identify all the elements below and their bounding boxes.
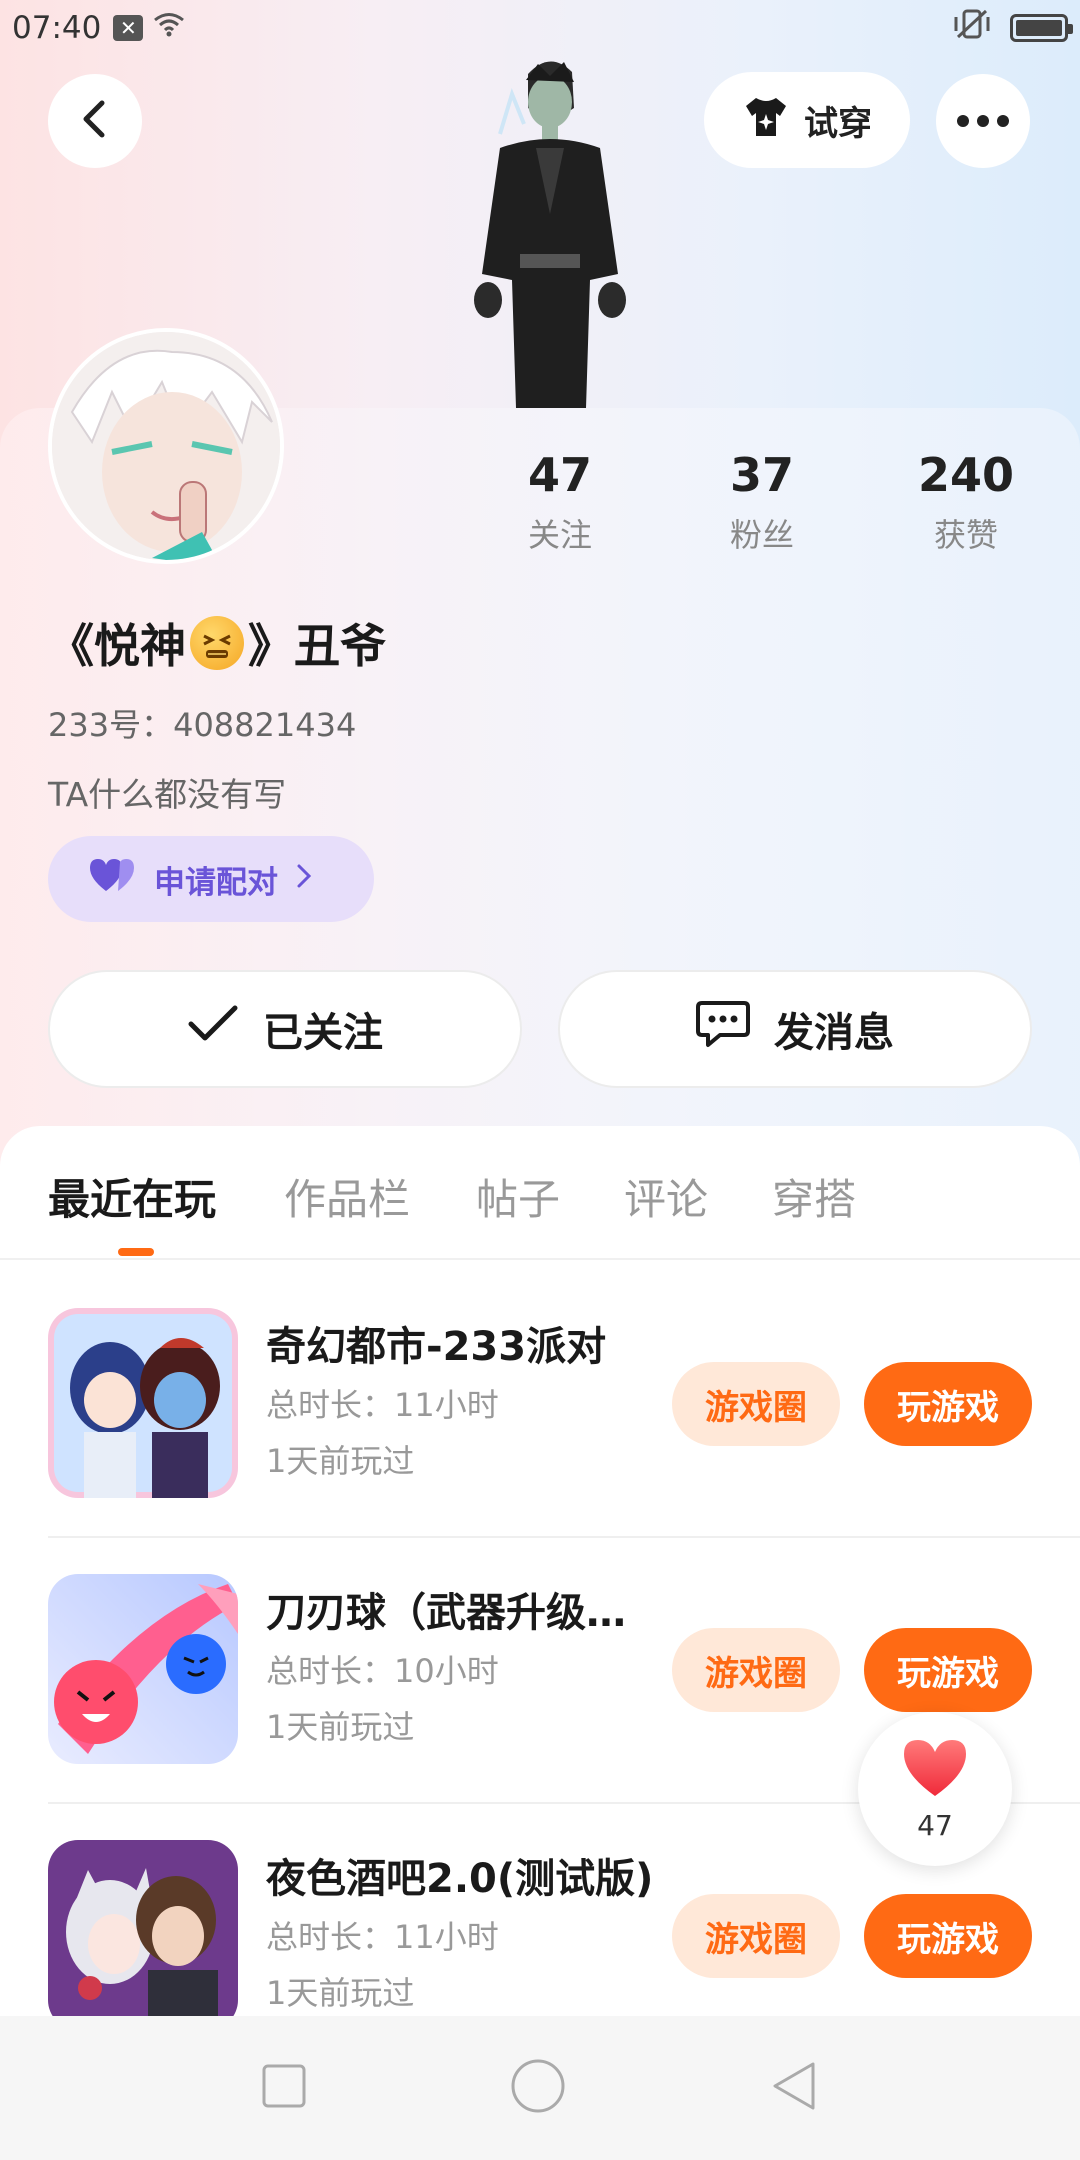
heart-icon [900, 1736, 970, 1805]
game-duration: 总时长：11小时 [266, 1386, 499, 1424]
like-float-button[interactable]: 47 [858, 1712, 1012, 1866]
status-bar: 07:40 ✕ [0, 0, 1080, 56]
game-last-played: 1天前玩过 [266, 1708, 415, 1746]
grimace-emoji-icon [190, 616, 244, 670]
try-on-button[interactable]: 试穿 [704, 72, 910, 168]
notification-icon: ✕ [113, 15, 144, 41]
vibrate-mute-icon [952, 7, 992, 49]
game-icon [48, 1574, 238, 1764]
avatar-3d-figure [440, 54, 660, 408]
battery-icon [1010, 14, 1073, 42]
more-button[interactable] [936, 74, 1030, 168]
play-game-button[interactable]: 玩游戏 [864, 1362, 1032, 1446]
game-last-played: 1天前玩过 [266, 1974, 415, 2012]
stat-following[interactable]: 47 关注 [480, 448, 640, 556]
apply-pair-button[interactable]: 申请配对 [48, 836, 374, 922]
avatar[interactable] [48, 328, 284, 564]
recent-apps-icon[interactable] [261, 2063, 307, 2113]
tab-posts[interactable]: 帖子 [476, 1166, 560, 1227]
followed-label: 已关注 [263, 1010, 383, 1056]
apply-pair-label: 申请配对 [154, 864, 278, 901]
like-count: 47 [917, 1809, 953, 1842]
list-item[interactable]: 奇幻都市-233派对 总时长：11小时 1天前玩过 游戏圈 玩游戏 [0, 1272, 1080, 1538]
back-nav-icon[interactable] [769, 2060, 819, 2116]
game-icon [48, 1308, 238, 1498]
game-circle-button[interactable]: 游戏圈 [672, 1628, 840, 1712]
send-message-label: 发消息 [774, 1010, 894, 1056]
back-button[interactable] [48, 74, 142, 168]
game-duration: 总时长：11小时 [266, 1918, 499, 1956]
tab-active-indicator [118, 1248, 154, 1256]
tab-comments[interactable]: 评论 [624, 1166, 708, 1227]
tab-recently-played[interactable]: 最近在玩 [48, 1166, 216, 1227]
stat-label: 获赞 [933, 516, 998, 554]
followed-button[interactable]: 已关注 [48, 970, 522, 1088]
stat-followers[interactable]: 37 粉丝 [682, 448, 842, 556]
chevron-right-icon [296, 861, 312, 897]
home-icon[interactable] [510, 2058, 566, 2118]
tshirt-sparkle-icon [742, 94, 790, 147]
status-time: 07:40 [12, 10, 102, 46]
send-message-button[interactable]: 发消息 [558, 970, 1032, 1088]
stat-likes[interactable]: 240 获赞 [886, 448, 1046, 556]
chat-bubble-icon [696, 999, 750, 1059]
nickname-suffix: 》丑爷 [248, 619, 386, 673]
chevron-left-icon [78, 99, 112, 143]
heart-pair-icon [88, 857, 136, 901]
system-nav-bar [0, 2016, 1080, 2160]
game-circle-button[interactable]: 游戏圈 [672, 1362, 840, 1446]
try-on-label: 试穿 [804, 103, 872, 144]
play-game-button[interactable]: 玩游戏 [864, 1628, 1032, 1712]
nickname: 《悦神 》丑爷 [48, 610, 386, 676]
tab-works[interactable]: 作品栏 [284, 1166, 410, 1227]
user-bio: TA什么都没有写 [48, 775, 287, 814]
game-duration: 总时长：10小时 [266, 1652, 499, 1690]
stat-label: 关注 [527, 516, 592, 554]
nickname-prefix: 《悦神 [48, 619, 186, 673]
stat-number: 47 [527, 448, 592, 502]
game-last-played: 1天前玩过 [266, 1442, 415, 1480]
game-icon [48, 1840, 238, 2016]
game-title: 刀刃球（武器升级… [266, 1590, 626, 1636]
wifi-icon [153, 12, 185, 45]
game-title: 夜色酒吧2.0(测试版) [266, 1856, 654, 1902]
checkmark-icon [187, 1004, 239, 1054]
stat-number: 37 [729, 448, 794, 502]
stat-number: 240 [917, 448, 1015, 502]
stat-label: 粉丝 [729, 516, 794, 554]
tab-divider [0, 1258, 1080, 1260]
game-title: 奇幻都市-233派对 [266, 1324, 607, 1370]
user-id: 233号：408821434 [48, 706, 357, 744]
more-dots-icon [957, 112, 1009, 131]
game-circle-button[interactable]: 游戏圈 [672, 1894, 840, 1978]
play-game-button[interactable]: 玩游戏 [864, 1894, 1032, 1978]
tab-outfits[interactable]: 穿搭 [772, 1166, 856, 1227]
